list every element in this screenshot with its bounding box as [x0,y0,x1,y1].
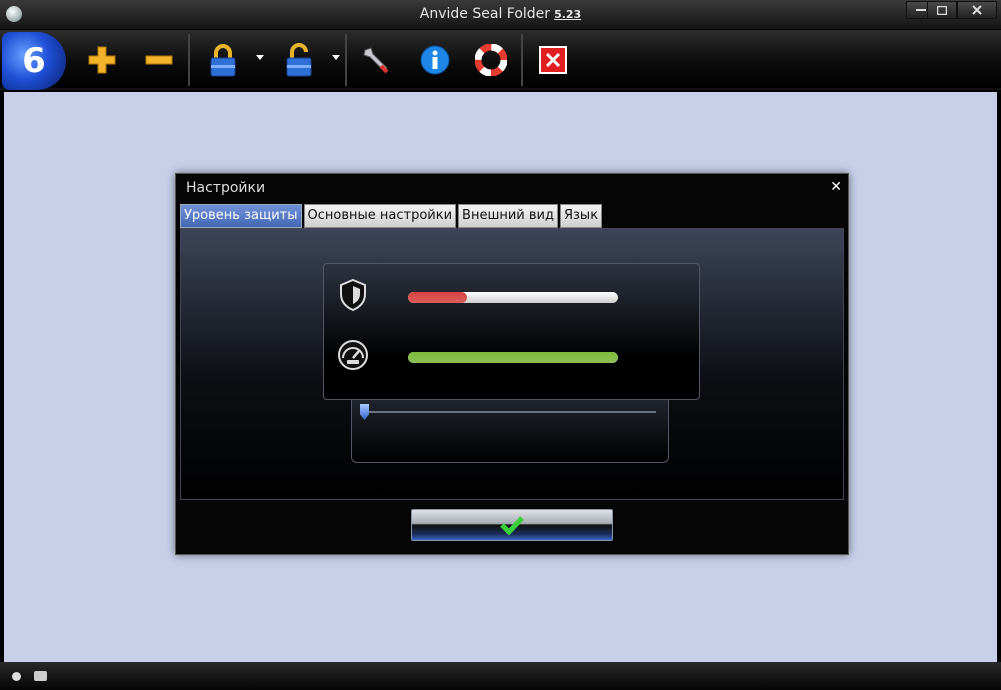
tab-protection-level[interactable]: Уровень защиты [180,204,302,228]
help-button[interactable] [471,38,511,82]
protection-level-panel [180,228,844,500]
exit-button[interactable] [533,38,573,82]
protection-slider-thumb[interactable] [360,404,369,420]
add-folder-button[interactable] [82,38,122,82]
protection-slider-track[interactable] [364,411,656,413]
close-icon [972,5,982,15]
protection-meters [323,263,700,400]
app-version: 5.23 [554,8,582,21]
settings-tools-icon [363,47,389,74]
shield-icon [340,278,366,312]
window-title: Anvide Seal Folder 5.23 [0,6,1001,22]
speedometer-icon [338,340,368,370]
main-toolbar: 6 [0,30,1001,90]
app-logo[interactable]: 6 [2,32,66,90]
speed-level-bar [408,352,618,363]
info-button[interactable] [415,38,455,82]
maximize-icon [937,5,947,15]
tab-language[interactable]: Язык [559,204,603,228]
info-icon [420,45,450,75]
dialog-close-icon[interactable]: ✕ [830,179,842,195]
close-button[interactable] [957,1,997,19]
security-level-fill [408,292,467,303]
dialog-title: Настройки [186,180,266,196]
speed-level-fill [408,352,618,363]
unlock-dropdown-arrow[interactable] [332,55,340,60]
ok-button[interactable] [411,509,613,541]
lock-icon [210,44,236,77]
tab-main-settings[interactable]: Основные настройки [303,204,457,228]
unlock-folder-button[interactable] [279,38,319,82]
exit-icon [539,46,567,74]
security-level-bar [408,292,618,303]
app-name: Anvide Seal Folder [419,6,551,22]
settings-dialog: Настройки ✕ Уровень защиты Основные наст… [175,173,849,555]
checkmark-icon [500,516,524,535]
remove-folder-icon [145,55,173,65]
status-indicator-icon[interactable] [12,672,21,681]
status-bar [0,662,1001,690]
lock-dropdown-arrow[interactable] [256,55,264,60]
tab-appearance[interactable]: Внешний вид [458,204,558,228]
unlock-icon [286,43,312,77]
toolbar-separator [188,34,190,86]
toolbar-separator [345,34,347,86]
title-bar: Anvide Seal Folder 5.23 [0,0,1001,30]
remove-folder-button[interactable] [139,38,179,82]
lock-folder-button[interactable] [203,38,243,82]
logo-label: 6 [22,41,46,81]
add-folder-icon [88,46,116,74]
minimize-icon [916,9,926,11]
drive-icon[interactable] [34,671,47,681]
settings-button[interactable] [357,38,397,82]
help-lifebuoy-icon [475,44,507,76]
protection-slider-box [351,400,669,463]
settings-tabs: Уровень защиты Основные настройки Внешни… [180,204,603,228]
maximize-button[interactable] [927,1,957,19]
toolbar-separator [521,34,523,86]
